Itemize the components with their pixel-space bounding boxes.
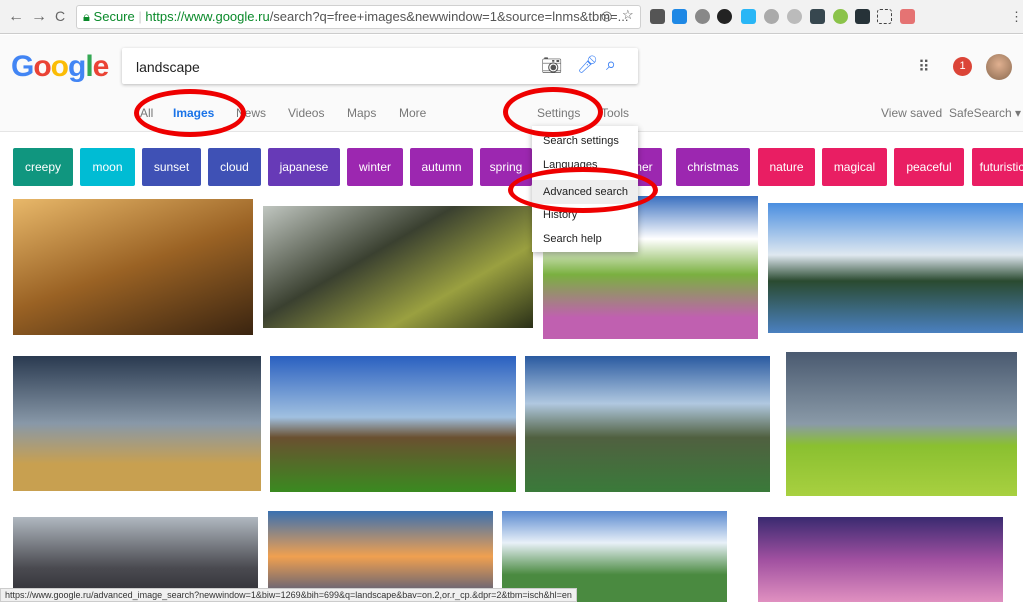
chip-creepy[interactable]: creepy (13, 148, 73, 186)
pocket-extension-icon[interactable] (650, 9, 665, 24)
image-result[interactable] (13, 356, 261, 491)
extension-off-icon[interactable] (741, 9, 756, 24)
extension-icon[interactable] (833, 9, 848, 24)
bookmark-star-icon[interactable]: ☆ (622, 7, 634, 23)
browser-toolbar: ← → C 🔒︎ Secure | https://www.google.ru/… (0, 0, 1023, 34)
chip-peaceful[interactable]: peaceful (894, 148, 964, 186)
chip-moon[interactable]: moon (80, 148, 135, 186)
screenshot-extension-icon[interactable] (877, 9, 892, 24)
chip-winter[interactable]: winter (347, 148, 403, 186)
chip-japanese[interactable]: japanese (268, 148, 340, 186)
image-result[interactable] (786, 352, 1017, 496)
search-icon[interactable]: ⌕ (606, 54, 616, 75)
url-path: /search?q=free+images&newwindow=1&source… (269, 9, 629, 24)
extension-icon[interactable] (672, 9, 687, 24)
chip-cloud[interactable]: cloud (208, 148, 261, 186)
menu-icon[interactable]: ⋮ (1010, 9, 1023, 24)
url-host: https://www.google.ru (145, 9, 270, 24)
location-icon[interactable]: ◎ (601, 8, 612, 24)
notifications-badge[interactable]: 1 (953, 57, 972, 76)
forward-button[interactable]: → (31, 8, 47, 26)
tab-maps[interactable]: Maps (347, 106, 376, 120)
tab-more[interactable]: More (399, 106, 426, 120)
camera-extension-icon[interactable] (695, 9, 710, 24)
secure-label: Secure (93, 9, 135, 24)
xpath-extension-icon[interactable] (855, 9, 870, 24)
google-logo[interactable]: Google (11, 50, 109, 84)
annotation-circle (508, 167, 658, 213)
extension-icon[interactable] (717, 9, 732, 24)
chip-sunset[interactable]: sunset (142, 148, 201, 186)
camera-icon[interactable]: 📷︎ (541, 56, 563, 76)
view-saved-link[interactable]: View saved (881, 106, 942, 120)
lock-icon: 🔒︎ (83, 9, 90, 24)
tab-videos[interactable]: Videos (288, 106, 324, 120)
chip-christmas[interactable]: christmas (676, 148, 750, 186)
microphone-icon[interactable]: 🎤︎ (577, 55, 599, 75)
chip-autumn[interactable]: autumn (410, 148, 473, 186)
extension-icon[interactable] (900, 9, 915, 24)
address-bar[interactable]: 🔒︎ Secure | https://www.google.ru/search… (76, 5, 641, 29)
extension-icon[interactable] (810, 9, 825, 24)
image-result[interactable] (270, 356, 516, 492)
annotation-circle (134, 89, 246, 137)
reload-button[interactable]: C (55, 8, 65, 24)
image-result[interactable] (758, 517, 1003, 602)
status-bar-url: https://www.google.ru/advanced_image_sea… (0, 588, 577, 602)
search-query: landscape (136, 59, 200, 75)
image-result[interactable] (13, 199, 253, 335)
apps-grid-icon[interactable]: ⠿ (918, 57, 930, 77)
chip-magical[interactable]: magical (822, 148, 887, 186)
menu-item-search-help[interactable]: Search help (532, 228, 638, 252)
image-result[interactable] (525, 356, 770, 492)
image-result[interactable] (263, 206, 533, 328)
annotation-circle (503, 87, 603, 137)
chip-nature[interactable]: nature (758, 148, 815, 186)
safesearch-dropdown[interactable]: SafeSearch ▾ (949, 106, 1021, 120)
chip-futuristic[interactable]: futuristic (972, 148, 1023, 186)
tools-button[interactable]: Tools (601, 106, 629, 120)
avatar[interactable] (986, 54, 1012, 80)
extension-icon[interactable] (764, 9, 779, 24)
image-result[interactable] (768, 203, 1023, 333)
back-button[interactable]: ← (8, 8, 24, 26)
adblock-extension-icon[interactable] (787, 9, 802, 24)
